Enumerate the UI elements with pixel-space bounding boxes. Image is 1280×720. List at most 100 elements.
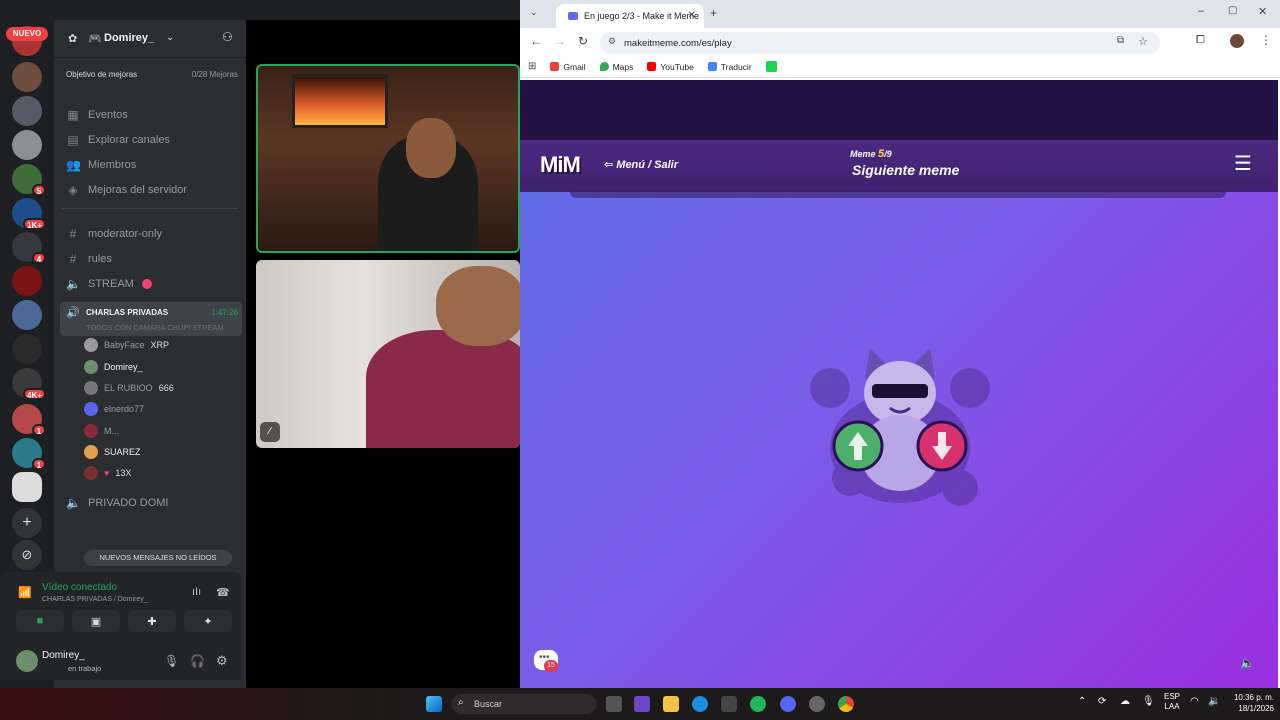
boost-goal[interactable]: Objetivo de mejoras 0/28 Mejoras: [62, 66, 238, 82]
hamburger-menu-icon[interactable]: ☰: [1234, 154, 1252, 174]
server-icon[interactable]: [12, 130, 42, 160]
server-header[interactable]: ✿ 🎮 Domirey_ ⌄ ⚇: [54, 20, 246, 58]
meme-counter-total: /9: [884, 149, 892, 159]
add-server-icon[interactable]: +: [12, 508, 42, 538]
menu-exit-link[interactable]: ⇦ Menú / Salir: [604, 158, 678, 171]
server-icon[interactable]: 1: [12, 404, 46, 436]
server-icon[interactable]: [12, 266, 42, 296]
task-view-icon[interactable]: [606, 696, 622, 712]
browse-icon: ▤: [67, 133, 79, 147]
channel-stream[interactable]: 🔈 STREAM: [66, 274, 152, 294]
apps-grid-icon[interactable]: ⊞: [528, 61, 536, 72]
spotify-icon[interactable]: [750, 696, 766, 712]
camera-button[interactable]: ■: [16, 610, 64, 632]
volume-icon[interactable]: 🔉: [1208, 696, 1220, 707]
forward-icon[interactable]: →: [554, 34, 566, 48]
menu-item-events[interactable]: ▦ Eventos: [66, 105, 127, 125]
menu-item-members[interactable]: 👥 Miembros: [66, 155, 136, 175]
server-icon[interactable]: [12, 62, 42, 92]
server-icon[interactable]: [12, 96, 42, 126]
menu-item-browse[interactable]: ▤ Explorar canales: [66, 130, 170, 150]
chat-bubble-button[interactable]: ••• 15: [534, 650, 558, 672]
kebab-menu-icon[interactable]: ⋮: [1260, 33, 1272, 47]
server-icon[interactable]: 4: [12, 232, 46, 264]
video-tile-speaking[interactable]: [256, 64, 520, 253]
connection-title[interactable]: Vídeo conectado: [42, 582, 117, 593]
windows-start-icon[interactable]: [426, 696, 442, 712]
explore-servers-icon[interactable]: ⊘: [12, 540, 42, 570]
back-icon[interactable]: ←: [530, 34, 542, 48]
video-tile[interactable]: ⁄: [256, 260, 520, 448]
install-app-icon[interactable]: ⧉: [1117, 35, 1124, 46]
app-icon[interactable]: [634, 696, 650, 712]
url-input[interactable]: ⚙ makeitmeme.com/es/play ⧉ ☆: [600, 32, 1160, 54]
server-icon[interactable]: 1K+: [12, 198, 46, 230]
file-explorer-icon[interactable]: [663, 696, 679, 712]
discord-icon[interactable]: [780, 696, 796, 712]
menu-item-boosts[interactable]: ◈ Mejoras del servidor: [66, 180, 187, 200]
boost-goal-progress: 0/28 Mejoras: [191, 69, 238, 79]
bookmark-maps[interactable]: Maps: [599, 62, 633, 72]
soundboard-button[interactable]: ✦: [184, 610, 232, 632]
menu-item-label: Mejoras del servidor: [88, 184, 188, 196]
server-icon[interactable]: 5: [12, 164, 46, 196]
invite-icon[interactable]: ⚇: [222, 30, 233, 44]
server-icon-active[interactable]: [12, 472, 42, 502]
activities-button[interactable]: ✚: [128, 610, 176, 632]
microphone-icon[interactable]: 🎙: [1142, 696, 1155, 707]
bookmark-star-icon[interactable]: ☆: [1138, 35, 1148, 48]
taskbar: ⌕ Buscar ⌃ ⟳ ☁ 🎙 ESP LAA ◠ 🔉 10:36 p. m. …: [0, 688, 1280, 720]
maximize-icon[interactable]: ▢: [1228, 5, 1237, 16]
menu-item-label: Miembros: [88, 159, 137, 171]
close-window-icon[interactable]: ✕: [1258, 5, 1267, 18]
chevron-up-icon[interactable]: ⌃: [1078, 696, 1086, 707]
tab-search-icon[interactable]: ⌄: [530, 7, 538, 18]
game-logo[interactable]: MiM: [540, 152, 581, 178]
bookmark-gmail[interactable]: Gmail: [550, 62, 586, 72]
voice-channel-active[interactable]: 🔊 CHARLAS PRIVADAS 1:47:26 TODOS CON CAM…: [60, 302, 242, 336]
kick-icon[interactable]: [765, 61, 777, 72]
new-pill[interactable]: NUEVO: [6, 27, 48, 41]
wifi-icon[interactable]: ◠: [1190, 696, 1199, 707]
site-info-icon[interactable]: ⚙: [608, 36, 616, 47]
taskbar-search[interactable]: ⌕ Buscar: [452, 694, 596, 714]
minimize-icon[interactable]: –: [1198, 5, 1204, 17]
edge-icon[interactable]: [692, 696, 708, 712]
server-icon[interactable]: 4K+: [12, 368, 46, 400]
reload-icon[interactable]: ↻: [578, 34, 588, 48]
channel-moderator-only[interactable]: # moderator-only: [66, 224, 162, 244]
server-icon[interactable]: [12, 300, 42, 330]
channel-rules[interactable]: # rules: [66, 249, 112, 269]
app-icon[interactable]: [809, 696, 825, 712]
profile-avatar[interactable]: [1230, 34, 1244, 48]
tray-icon[interactable]: ⟳: [1098, 696, 1106, 707]
microphone-icon[interactable]: 🎙: [164, 654, 179, 668]
headphones-icon[interactable]: 🎧: [190, 654, 205, 668]
avatar[interactable]: [16, 650, 38, 672]
bookmark-youtube[interactable]: YouTube: [647, 62, 694, 72]
disconnect-icon[interactable]: ☎: [216, 586, 230, 599]
new-tab-icon[interactable]: +: [710, 6, 717, 20]
screen-share-button[interactable]: ▣: [72, 610, 120, 632]
onedrive-icon[interactable]: ☁: [1120, 696, 1130, 707]
controller-icon: 🎮: [88, 33, 102, 45]
noise-suppression-icon[interactable]: ıIı: [192, 586, 201, 598]
tab-active[interactable]: En juego 2/3 - Make it Meme ✕: [556, 4, 704, 28]
gear-icon[interactable]: ⚙: [216, 653, 228, 669]
channel-privado-domi[interactable]: 🔈 PRIVADO DOMI: [66, 493, 168, 513]
bookmark-translate[interactable]: Traducir: [707, 62, 752, 72]
notification-badge: 1: [32, 458, 46, 470]
extensions-icon[interactable]: ⧠: [1196, 34, 1205, 47]
chrome-icon[interactable]: [838, 696, 854, 712]
close-tab-icon[interactable]: ✕: [688, 10, 696, 21]
server-icon[interactable]: [12, 334, 42, 364]
language-indicator[interactable]: ESP LAA: [1164, 692, 1180, 712]
server-icon[interactable]: 1: [12, 438, 46, 470]
clock-time: 10:36 p. m.: [1233, 693, 1274, 702]
store-icon[interactable]: [721, 696, 737, 712]
volume-icon[interactable]: 🔈: [1240, 656, 1255, 670]
chat-badge: 15: [544, 660, 558, 672]
unread-messages-pill[interactable]: NUEVOS MENSAJES NO LEÍDOS: [84, 550, 232, 566]
clock[interactable]: 10:36 p. m. 18/1/2026: [1226, 692, 1274, 714]
game-heading: Siguiente meme: [852, 162, 960, 178]
